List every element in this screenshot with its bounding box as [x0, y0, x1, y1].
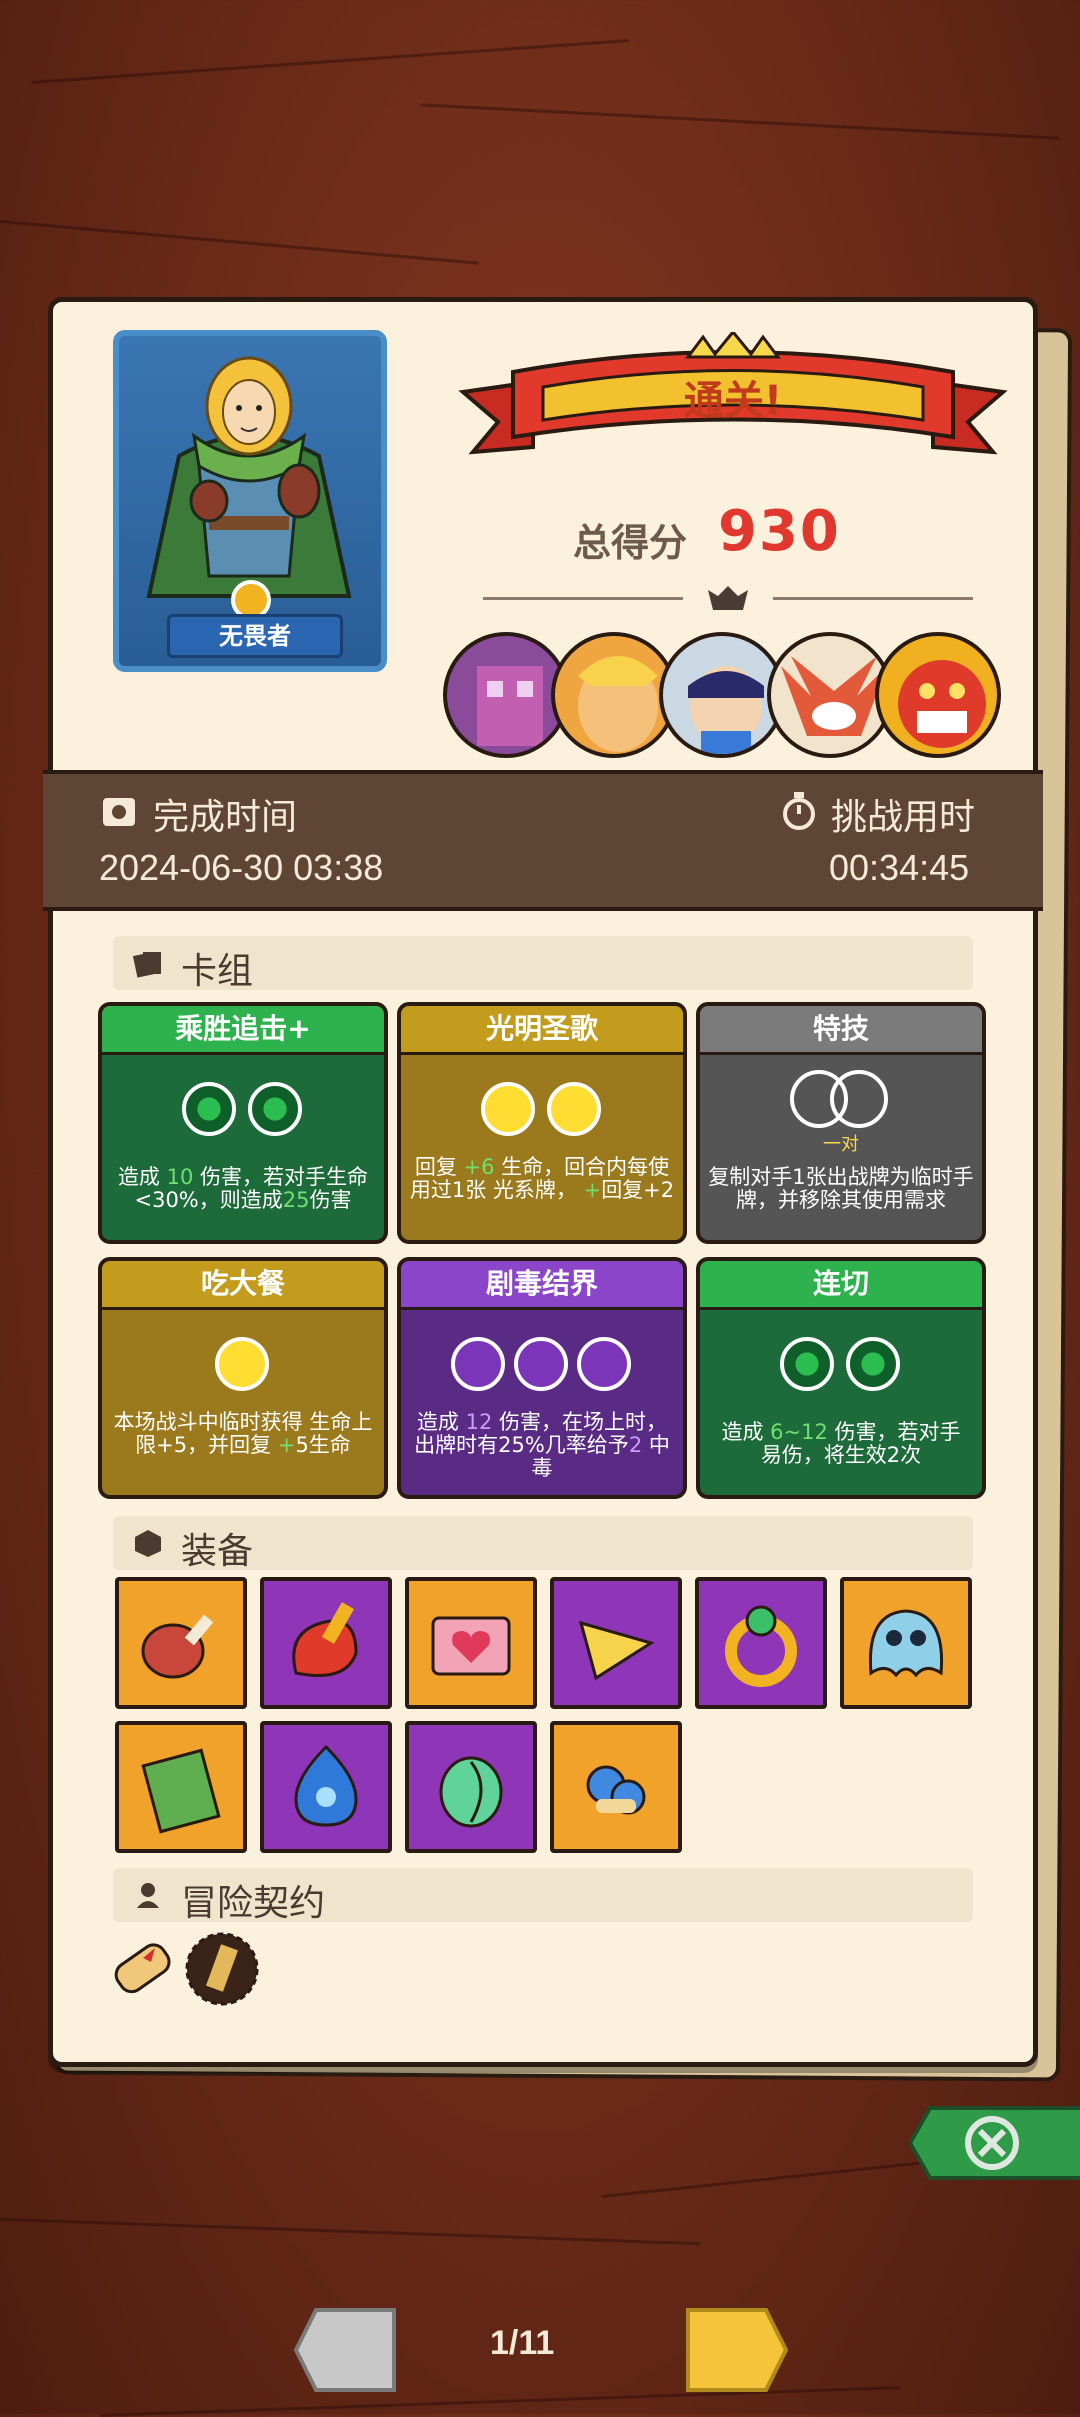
- page-indicator: 1/11: [490, 2324, 555, 2362]
- card-title: 乘胜追击+: [102, 1006, 384, 1055]
- card-title: 光明圣歌: [401, 1006, 683, 1055]
- deck-card[interactable]: 连切 造成 6~12 伤害，若对手 易伤，将生效2次: [696, 1257, 986, 1499]
- yellow-orb-icon: [547, 1082, 601, 1136]
- yellow-orb-icon: [215, 1337, 269, 1391]
- divider-left: [483, 597, 683, 600]
- purple-orb-icon: [514, 1337, 568, 1391]
- deck-card[interactable]: 乘胜追击+ 造成 10 伤害，若对手生命<30%，则造成25伤害: [98, 1002, 388, 1244]
- complete-time-value: 2024-06-30 03:38: [99, 847, 384, 888]
- deck-card[interactable]: 吃大餐 本场战斗中临时获得 生命上限+5，并回复 +5生命: [98, 1257, 388, 1499]
- hero-figure: [146, 356, 352, 598]
- heart-box-icon[interactable]: [405, 1577, 537, 1709]
- contracts-section-title: 冒险契约: [181, 1883, 326, 1924]
- result-panel: 无畏者 通关! 总得分 930 完成时间 2024-06-30 03:38 挑战…: [43, 297, 1043, 2067]
- stopwatch-icon: [783, 792, 815, 830]
- card-title: 剧毒结界: [401, 1261, 683, 1310]
- time-band: 完成时间 2024-06-30 03:38 挑战用时 00:34:45: [43, 770, 1043, 911]
- close-button[interactable]: [910, 2098, 1080, 2188]
- scroll-icon[interactable]: [103, 1928, 183, 2008]
- blue-flame-icon[interactable]: [260, 1721, 392, 1853]
- hero-portrait: 无畏者: [113, 330, 387, 672]
- cube-icon: [135, 1530, 161, 1557]
- banner-title: 通关!: [684, 378, 782, 424]
- card-title: 吃大餐: [102, 1261, 384, 1310]
- contract-seal-icon[interactable]: [183, 1930, 261, 2008]
- calendar-icon: [103, 798, 135, 826]
- challenge-time-label: 挑战用时: [831, 797, 976, 838]
- purple-orb-icon: [451, 1337, 505, 1391]
- victory-banner: 通关!: [458, 332, 1008, 455]
- boss-portrait-5: [875, 632, 1001, 758]
- meat-icon[interactable]: [115, 1577, 247, 1709]
- defeated-bosses: [443, 632, 1011, 772]
- empty-orb-icon: [830, 1070, 888, 1128]
- card-description: 回复 +6 生命，回合内每使用过1张 光系牌， +回复+2: [409, 1155, 675, 1202]
- gem-ring-icon[interactable]: [695, 1577, 827, 1709]
- cheese-icon[interactable]: [550, 1577, 682, 1709]
- deck-card[interactable]: 光明圣歌 回复 +6 生命，回合内每使用过1张 光系牌， +回复+2: [397, 1002, 687, 1244]
- green-orb-icon: [182, 1082, 236, 1136]
- complete-time-label: 完成时间: [153, 797, 298, 838]
- previous-page-button[interactable]: [294, 2306, 398, 2394]
- card-description: 造成 12 伤害，在场上时，出牌时有25%几率给予2 中毒: [414, 1410, 670, 1480]
- contracts-section-header: 冒险契约: [113, 1868, 973, 1924]
- green-orb-icon: [846, 1337, 900, 1391]
- moss-brick-icon[interactable]: [115, 1721, 247, 1853]
- deck-section-header: 卡组: [113, 936, 973, 992]
- slime-icon[interactable]: [840, 1577, 972, 1709]
- score-value: 930: [718, 499, 841, 564]
- orb-pair-label: 一对: [823, 1134, 859, 1155]
- deck-card[interactable]: 特技 一对 复制对手1张出战牌为临时手牌，并移除其使用需求: [696, 1002, 986, 1244]
- cards-icon: [133, 952, 161, 978]
- card-description: 复制对手1张出战牌为临时手牌，并移除其使用需求: [708, 1165, 974, 1212]
- purple-orb-icon: [577, 1337, 631, 1391]
- score-label: 总得分: [573, 521, 688, 565]
- person-icon: [137, 1883, 159, 1908]
- deck-section-title: 卡组: [181, 951, 254, 992]
- next-page-button[interactable]: [684, 2306, 788, 2394]
- hero-name: 无畏者: [167, 614, 343, 658]
- skull-icon: [708, 586, 748, 610]
- green-orb-icon: [248, 1082, 302, 1136]
- card-description: 造成 10 伤害，若对手生命<30%，则造成25伤害: [117, 1165, 369, 1212]
- mushroom-icon[interactable]: [550, 1721, 682, 1853]
- yellow-orb-icon: [481, 1082, 535, 1136]
- card-title: 特技: [700, 1006, 982, 1055]
- equipment-section-title: 装备: [181, 1531, 254, 1572]
- deck-card[interactable]: 剧毒结界 造成 12 伤害，在场上时，出牌时有25%几率给予2 中毒: [397, 1257, 687, 1499]
- card-title: 连切: [700, 1261, 982, 1310]
- fire-fist-icon[interactable]: [260, 1577, 392, 1709]
- card-description: 本场战斗中临时获得 生命上限+5，并回复 +5生命: [113, 1410, 373, 1457]
- leaf-egg-icon[interactable]: [405, 1721, 537, 1853]
- card-description: 造成 6~12 伤害，若对手 易伤，将生效2次: [721, 1420, 961, 1467]
- equipment-section-header: 装备: [113, 1516, 973, 1572]
- green-orb-icon: [780, 1337, 834, 1391]
- challenge-time-value: 00:34:45: [829, 847, 970, 888]
- divider-right: [773, 597, 973, 600]
